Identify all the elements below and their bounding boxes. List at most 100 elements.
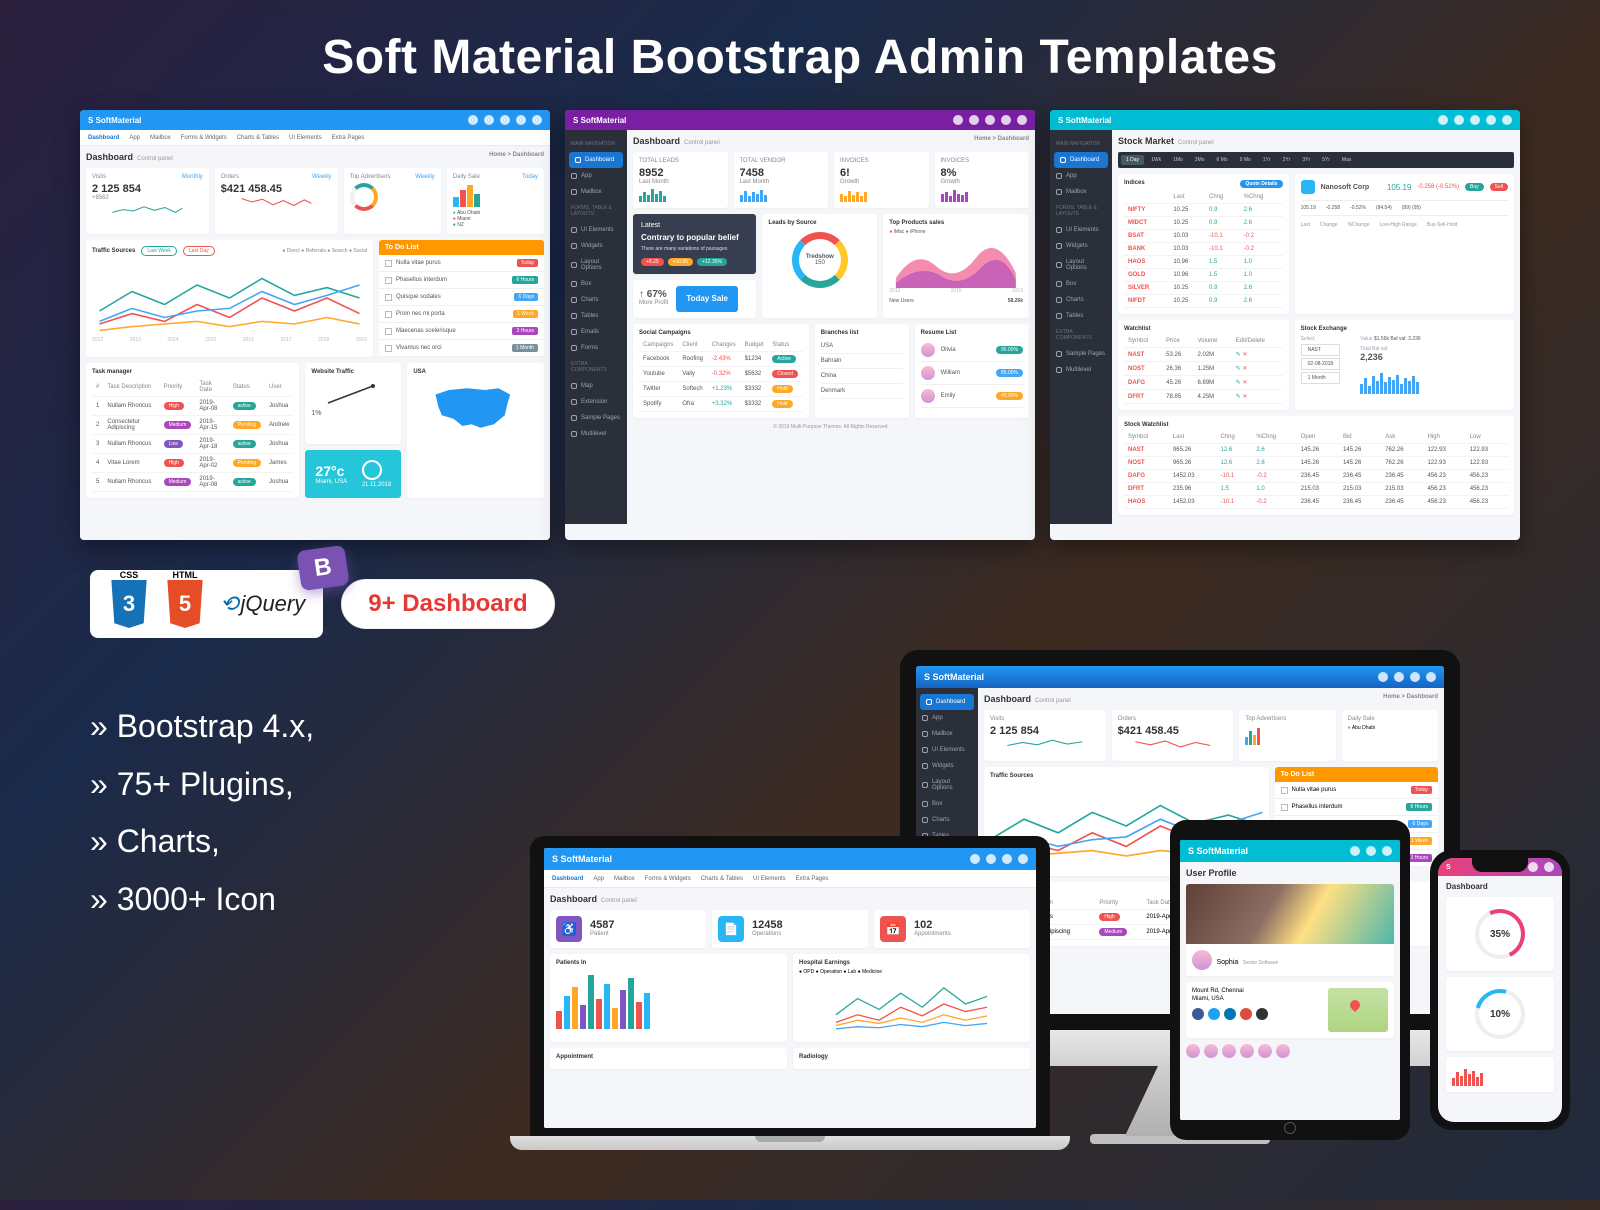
table-row[interactable]: 5Nullam RhoncusMedium2019-Apr-08activeJo… <box>92 473 293 492</box>
tab[interactable]: 1Wk <box>1146 155 1166 165</box>
sidebar-item-dashboard: Dashboard <box>569 152 623 168</box>
todo-card: To Do List Nulla vitae purusTodayPhasell… <box>379 240 544 357</box>
table-row[interactable]: NAST53.262.02M✎ ✕ <box>1124 348 1283 362</box>
timerange-tabs[interactable]: 1 Day1Wk1Mo3Mo6 Mo9 Mo1Yr2Yr3Yr5YrMax <box>1118 152 1514 168</box>
todo-item[interactable]: Vivamus nec orci1 Month <box>379 340 544 357</box>
todo-item[interactable]: Phasellus interdum6 Hours <box>1275 799 1439 816</box>
screenshot-stock-market: S SoftMaterial MAIN NAVIGATION Dashboard… <box>1050 110 1520 540</box>
devices-cluster: S SoftMaterial Dashboard App Mailbox UI … <box>530 650 1590 1210</box>
table-row[interactable]: 4Vitae LoremHigh2019-Apr-02PendingJames <box>92 454 293 473</box>
table-row[interactable]: SpotifyOfra+3.32%$3332Hold <box>639 396 803 411</box>
hero-title: Soft Material Bootstrap Admin Templates <box>0 0 1600 110</box>
sidebar[interactable]: MAIN NAVIGATION Dashboard App Mailbox FO… <box>565 130 627 524</box>
tab[interactable]: 5Yr <box>1317 155 1335 165</box>
sell-button[interactable]: Sell <box>1490 183 1508 191</box>
stat-appointments: 📅102Appointments <box>874 910 1030 948</box>
list-item[interactable]: Emily45.00% <box>921 385 1023 408</box>
todo-item[interactable]: Phasellus interdum6 Hours <box>379 272 544 289</box>
table-row[interactable]: DFRT78.854.25M✎ ✕ <box>1124 390 1283 404</box>
list-item[interactable]: Denmark <box>821 384 903 399</box>
quote-details-button[interactable]: Quote Details <box>1240 180 1282 188</box>
task-manager-card: Task manager #Task DescriptionPriorityTa… <box>86 363 299 498</box>
buy-button[interactable]: Buy <box>1465 183 1484 191</box>
stat-visits: Visits Monthly 2 125 854 +8562 <box>86 168 209 234</box>
tab[interactable]: 9 Mo <box>1235 155 1256 165</box>
appointment-card: Appointment <box>550 1048 787 1069</box>
table-row[interactable]: MIDCT10.250.92.6 <box>1124 217 1283 230</box>
ticker-card: Nanosoft Corp 105.19 -0.258 (-0.52%) Buy… <box>1295 174 1514 314</box>
tab[interactable]: 1 Day <box>1121 155 1144 165</box>
table-row[interactable]: HAOS10.961.51.0 <box>1124 256 1283 269</box>
brand-logo: S SoftMaterial <box>88 116 141 125</box>
leads-by-source-card: Leads by Source Tredshow150 <box>762 214 877 318</box>
todo-item[interactable]: Quisque sodales6 Days <box>379 289 544 306</box>
table-row[interactable]: TwitterSoftech+1.23%$3332Hold <box>639 381 803 396</box>
table-row[interactable]: 1Nullam RhoncusHigh2019-Apr-08activeJosh… <box>92 397 293 416</box>
table-row[interactable]: HAOS1452.03-10.1-0.2236.45236.45236.4545… <box>1124 496 1508 509</box>
device-ipad: S SoftMaterial User Profile Sophia Senio… <box>1170 820 1410 1140</box>
stock-watchlist-card: Stock Watchlist SymbolLastChng%ChngOpenB… <box>1118 416 1514 515</box>
patients-in-card: Patients In <box>550 954 787 1042</box>
table-row[interactable]: NOST26.361.25M✎ ✕ <box>1124 362 1283 376</box>
topbar: S SoftMaterial <box>916 666 1444 688</box>
table-row[interactable]: BSAT10.03-10.1-0.2 <box>1124 230 1283 243</box>
weather-card: 27°cMiami, USA 21.11.2018 <box>305 450 401 498</box>
resume-card: Resume List Olivia95.00%William85.00%Emi… <box>915 324 1029 418</box>
table-row[interactable]: NIFDT10.250.92.6 <box>1124 295 1283 308</box>
list-item[interactable]: William85.00% <box>921 362 1023 385</box>
table-row[interactable]: NAST965.2612.62.6145.26145.26762.26122.9… <box>1124 444 1508 457</box>
table-row[interactable]: SILVER10.250.92.6 <box>1124 282 1283 295</box>
branches-card: Branches list USABahrainChinaDenmark <box>815 324 909 418</box>
table-row[interactable]: YoutubeVally-0.32%$5632Closed <box>639 366 803 381</box>
menubar[interactable]: DashboardAppMailboxForms & WidgetsCharts… <box>80 130 550 146</box>
today-sale-button[interactable]: Today Sale <box>676 286 738 312</box>
table-row[interactable]: GOLD10.961.51.0 <box>1124 269 1283 282</box>
table-row[interactable]: DAFG1452.03-10.1-0.2236.45236.45236.4545… <box>1124 470 1508 483</box>
traffic-sources-card: Traffic Sources Last Week Last Day ● Dir… <box>86 240 373 357</box>
stat-patient: ♿4587Patient <box>550 910 706 948</box>
radiology-card: Radiology <box>793 1048 1030 1069</box>
css3-icon <box>108 580 150 628</box>
tab[interactable]: 3Yr <box>1297 155 1315 165</box>
device-iphone: S Dashboard 35% 10% <box>1430 850 1570 1130</box>
table-row[interactable]: NOST965.2612.62.6145.26145.26762.26122.9… <box>1124 457 1508 470</box>
device-macbook: S SoftMaterial DashboardAppMailboxForms … <box>530 836 1050 1150</box>
list-item[interactable]: Bahrain <box>821 354 903 369</box>
today-sale-card: ↑ 67%More Profit Today Sale <box>633 280 756 318</box>
list-item[interactable]: China <box>821 369 903 384</box>
tab[interactable]: 3Mo <box>1190 155 1210 165</box>
topbar: S SoftMaterial <box>565 110 1035 130</box>
tab[interactable]: 1Mo <box>1168 155 1188 165</box>
todo-item[interactable]: Nulla vitae purusToday <box>1275 782 1439 799</box>
topbar: S SoftMaterial <box>80 110 550 130</box>
social-campaigns-card: Social Campaigns CampaignsClientChangesB… <box>633 324 809 418</box>
tab[interactable]: 6 Mo <box>1212 155 1233 165</box>
table-row[interactable]: DFRT235.961.51.0215.03215.03215.03456.23… <box>1124 483 1508 496</box>
tab[interactable]: 2Yr <box>1278 155 1296 165</box>
top-screenshots-row: S SoftMaterial DashboardAppMailboxForms … <box>0 110 1600 540</box>
jquery-logo: jQuery <box>220 591 305 617</box>
stat-advertisers: Top Advertisers Weekly <box>344 168 441 234</box>
table-row[interactable]: DAFG45.266.89M✎ ✕ <box>1124 376 1283 390</box>
todo-item[interactable]: Nulla vitae purusToday <box>379 255 544 272</box>
table-row[interactable]: BANK10.03-10.1-0.2 <box>1124 243 1283 256</box>
tech-badges: B CSS HTML jQuery <box>90 570 323 638</box>
list-item[interactable]: Olivia95.00% <box>921 339 1023 362</box>
todo-item[interactable]: Maecenas scelerisque3 Hours <box>379 323 544 340</box>
dashboard-count-pill: 9+ Dashboard <box>341 579 554 629</box>
gauge-1: 35% <box>1475 909 1525 959</box>
stock-exchange-card: Stock Exchange SelectNAST02-08-20181 Mon… <box>1295 320 1514 410</box>
location-card: Mount Rd, ChennaiMiami, USA <box>1186 982 1394 1038</box>
table-row[interactable]: FacebookRoofing-2.43%$1234Active <box>639 351 803 366</box>
sidebar[interactable]: MAIN NAVIGATION Dashboard App Mailbox FO… <box>1050 130 1112 524</box>
table-row[interactable]: NIFTY10.250.92.6 <box>1124 204 1283 217</box>
list-item[interactable]: USA <box>821 339 903 354</box>
todo-item[interactable]: Proin nec mi porta1 Week <box>379 306 544 323</box>
tab[interactable]: 1Yr <box>1258 155 1276 165</box>
top-products-card: Top Products sales ● iMac ● iPhone 20122… <box>883 214 1029 318</box>
screenshot-dashboard-dark-sidebar: S SoftMaterial MAIN NAVIGATION Dashboard… <box>565 110 1035 540</box>
exchange-select[interactable]: NAST <box>1301 344 1341 356</box>
table-row[interactable]: 3Nullam RhoncusLow2019-Apr-18activeJoshu… <box>92 435 293 454</box>
tab[interactable]: Max <box>1337 155 1356 165</box>
table-row[interactable]: 2Consectetur AdipiscingMedium2019-Apr-15… <box>92 416 293 435</box>
